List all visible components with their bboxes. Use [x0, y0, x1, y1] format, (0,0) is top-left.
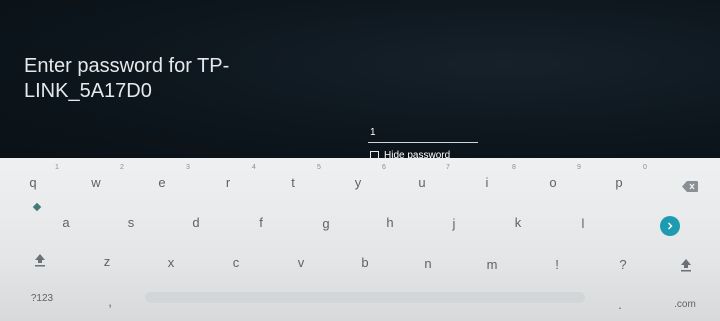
key-n[interactable]: n: [408, 249, 448, 277]
key-exclamation[interactable]: !: [537, 250, 577, 278]
key-hint: 6: [382, 164, 386, 171]
password-input[interactable]: 1: [368, 126, 478, 143]
key-label: s: [127, 214, 135, 230]
key-hint: 7: [446, 164, 450, 171]
page-title: Enter password for TP- LINK_5A17D0: [24, 54, 324, 104]
key-a[interactable]: a: [46, 208, 86, 236]
backspace-icon: [682, 180, 698, 192]
key-label: w: [91, 174, 101, 190]
key-hint: 4: [252, 164, 256, 171]
key-h[interactable]: h: [370, 208, 410, 236]
key-label: r: [225, 174, 231, 190]
key-label: g: [322, 215, 330, 231]
key-hint: 9: [577, 164, 581, 171]
key-period[interactable]: .: [600, 290, 640, 318]
key-c[interactable]: c: [216, 248, 256, 276]
key-i[interactable]: i: [467, 168, 507, 196]
key-label: i: [485, 174, 489, 190]
onscreen-keyboard: q 1 w 2 e 3 r 4 t 5 y 6 u 7 i 8 o 9 p 0 …: [0, 158, 720, 321]
key-x[interactable]: x: [151, 248, 191, 276]
key-o[interactable]: o: [533, 168, 573, 196]
key-p[interactable]: p: [599, 168, 639, 196]
key-l[interactable]: l: [563, 209, 603, 237]
key-u[interactable]: u: [402, 168, 442, 196]
key-label: f: [259, 214, 263, 230]
key-label: !: [555, 256, 559, 272]
key-label: h: [386, 214, 394, 230]
key-e[interactable]: e: [142, 168, 182, 196]
key-label: n: [424, 255, 432, 271]
key-question[interactable]: ?: [603, 250, 643, 278]
enter-button[interactable]: [660, 216, 680, 236]
key-g[interactable]: g: [306, 209, 346, 237]
key-label: t: [291, 174, 295, 190]
key-label: .com: [674, 298, 696, 310]
password-value: 1: [370, 127, 376, 138]
key-label: o: [549, 174, 557, 190]
key-label: j: [452, 215, 456, 231]
key-f[interactable]: f: [241, 208, 281, 236]
key-label: a: [62, 214, 70, 230]
key-label: y: [354, 174, 362, 190]
key-q[interactable]: q: [13, 168, 53, 196]
key-b[interactable]: b: [345, 248, 385, 276]
key-d[interactable]: d: [176, 208, 216, 236]
key-hint: 8: [512, 164, 516, 171]
key-label: q: [29, 174, 37, 190]
key-hint: 3: [186, 164, 190, 171]
key-z[interactable]: z: [87, 247, 127, 275]
key-label: e: [158, 174, 166, 190]
enter-arrow-icon: [666, 217, 674, 235]
space-bar[interactable]: [145, 292, 585, 303]
key-label: v: [297, 254, 305, 270]
key-hint: 5: [317, 164, 321, 171]
key-hint: 0: [643, 164, 647, 171]
key-hint: 2: [120, 164, 124, 171]
key-t[interactable]: t: [273, 168, 313, 196]
dotcom-key[interactable]: .com: [665, 290, 705, 318]
key-label: c: [232, 254, 240, 270]
key-hint: 1: [55, 164, 59, 171]
key-label: ?: [619, 256, 627, 272]
key-comma[interactable]: ,: [90, 287, 130, 315]
shift-icon: [34, 253, 46, 267]
key-w[interactable]: w: [76, 168, 116, 196]
key-label: d: [192, 214, 200, 230]
key-label: .: [618, 296, 622, 312]
shift-key-right[interactable]: [666, 251, 706, 279]
key-label: z: [103, 253, 111, 269]
shift-key-left[interactable]: [20, 246, 60, 274]
key-y[interactable]: y: [338, 168, 378, 196]
key-label: p: [615, 174, 623, 190]
key-s[interactable]: s: [111, 208, 151, 236]
key-j[interactable]: j: [434, 209, 474, 237]
symbols-key[interactable]: ?123: [22, 284, 62, 312]
backspace-key[interactable]: [670, 173, 710, 199]
key-label: ,: [108, 293, 112, 309]
key-r[interactable]: r: [208, 168, 248, 196]
shift-icon: [680, 258, 692, 272]
key-k[interactable]: k: [498, 208, 538, 236]
title-text: Enter password for TP- LINK_5A17D0: [24, 55, 230, 102]
key-label: x: [167, 254, 175, 270]
key-label: m: [486, 256, 498, 272]
key-v[interactable]: v: [281, 248, 321, 276]
key-m[interactable]: m: [472, 250, 512, 278]
key-label: b: [361, 254, 369, 270]
key-label: l: [581, 215, 585, 231]
key-label: u: [418, 174, 426, 190]
key-label: k: [514, 214, 522, 230]
pointer-cursor: [32, 202, 42, 212]
key-label: ?123: [30, 292, 54, 304]
